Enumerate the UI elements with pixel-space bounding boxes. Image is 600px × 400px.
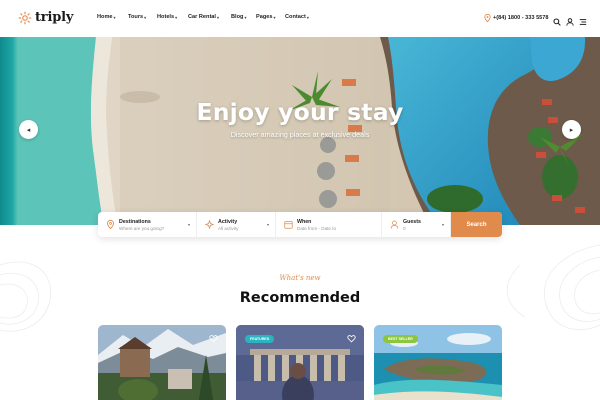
nav-label: Tours — [128, 14, 144, 20]
chevron-down-icon: ▾ — [187, 222, 190, 227]
chevron-down-icon: ▾ — [273, 14, 276, 20]
nav-item-contact[interactable]: Contact ▾ — [285, 14, 317, 20]
section-title: Recommended — [239, 290, 361, 306]
chevron-down-icon: ▾ — [441, 222, 444, 227]
chevron-down-icon: ▾ — [144, 14, 147, 20]
user-icon[interactable] — [566, 13, 574, 26]
calendar-icon — [284, 221, 293, 229]
activity-icon — [205, 220, 214, 229]
logo-text: triply — [35, 10, 74, 25]
nav-item-hotels[interactable]: Hotels ▾ — [157, 14, 188, 20]
heart-icon[interactable] — [209, 334, 218, 343]
user-icon — [390, 220, 399, 229]
nav-label: Pages — [256, 14, 273, 20]
phone-contact[interactable]: +(84) 1800 - 333 5578 — [484, 14, 549, 22]
nav-label: Home — [97, 14, 113, 20]
logo-sun-icon — [18, 11, 32, 24]
chevron-down-icon: ▾ — [113, 14, 116, 20]
heart-icon[interactable] — [347, 334, 356, 343]
nav-label: Blog — [231, 14, 244, 20]
chevron-down-icon: ▾ — [175, 14, 178, 20]
featured-badge: FEATURED — [245, 335, 275, 343]
hero-next-button[interactable]: ▸ — [562, 120, 581, 139]
guests-count[interactable]: 0 — [403, 226, 421, 231]
chevron-left-icon: ◂ — [26, 126, 31, 134]
nav-label: Contact — [285, 14, 306, 20]
chevron-down-icon: ▾ — [266, 222, 269, 227]
section-subtitle: What's new — [279, 274, 321, 282]
tour-card[interactable] — [98, 325, 226, 400]
search-bar: Destinations Where are you going? ▾ Acti… — [98, 212, 502, 237]
destination-input[interactable]: Where are you going? — [119, 226, 164, 231]
site-header: triply Home ▾ Tours ▾ Hotels ▾ Car Rental ▾ … — [0, 0, 600, 37]
chevron-right-icon: ▸ — [569, 126, 574, 134]
nav-label: Car Rental — [188, 14, 216, 20]
main-nav: Home ▾ Tours ▾ Hotels ▾ Car Rental ▾ Blog ▾ P… — [97, 14, 317, 20]
location-pin-icon — [107, 220, 114, 229]
destination-field[interactable]: Destinations Where are you going? ▾ — [98, 212, 197, 237]
nav-item-car-rental[interactable]: Car Rental ▾ — [188, 14, 231, 20]
phone-number: +(84) 1800 - 333 5578 — [493, 15, 549, 21]
nav-item-blog[interactable]: Blog ▾ — [231, 14, 256, 20]
nav-item-tours[interactable]: Tours ▾ — [128, 14, 157, 20]
hero-banner: Enjoy your stay Discover amazing places … — [0, 37, 600, 225]
hero-subtitle: Discover amazing places at exclusive dea… — [230, 130, 370, 139]
hero-title: Enjoy your stay — [196, 98, 404, 126]
activity-label: Activity — [218, 218, 238, 225]
card-image-mountain-village — [98, 325, 226, 400]
location-pin-icon — [484, 14, 491, 22]
guests-label: Guests — [403, 218, 421, 225]
chevron-down-icon: ▾ — [306, 14, 309, 20]
destination-label: Destinations — [119, 218, 151, 225]
activity-field[interactable]: Activity All activity ▾ — [197, 212, 276, 237]
search-button[interactable]: Search — [451, 212, 502, 237]
tour-card[interactable]: FEATURED — [236, 325, 364, 400]
best-seller-badge: BEST SELLER — [383, 335, 418, 343]
header-actions — [553, 13, 587, 26]
when-field[interactable]: When Date from - Date to — [276, 212, 382, 237]
chevron-down-icon: ▾ — [244, 14, 247, 20]
chevron-down-icon: ▾ — [216, 14, 219, 20]
search-icon[interactable] — [553, 13, 561, 26]
nav-item-pages[interactable]: Pages ▾ — [256, 14, 285, 20]
activity-select[interactable]: All activity — [218, 226, 238, 231]
hero-prev-button[interactable]: ◂ — [19, 120, 38, 139]
guests-field[interactable]: Guests 0 ▾ — [382, 212, 451, 237]
nav-item-home[interactable]: Home ▾ — [97, 14, 128, 20]
tour-card[interactable]: BEST SELLER — [374, 325, 502, 400]
date-range-input[interactable]: Date from - Date to — [297, 226, 336, 231]
menu-icon[interactable] — [579, 13, 587, 25]
nav-label: Hotels — [157, 14, 175, 20]
logo[interactable]: triply — [18, 10, 73, 25]
when-label: When — [297, 218, 312, 225]
